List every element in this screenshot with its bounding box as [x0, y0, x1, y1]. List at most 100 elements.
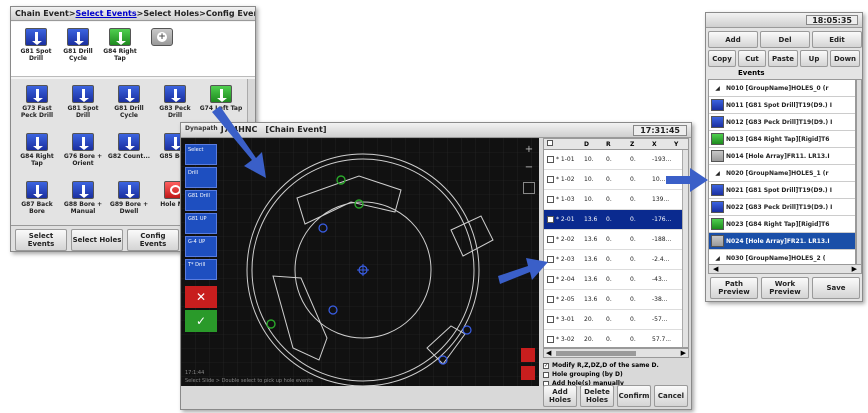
table-row[interactable]: * 2-04 13.6 0. 0. -43... — [544, 270, 686, 290]
event-edit-button[interactable]: Del — [760, 31, 810, 48]
row-checkbox[interactable] — [547, 336, 554, 343]
event-type-tile[interactable]: G81 Spot Drill — [61, 85, 105, 127]
row-checkbox[interactable] — [547, 216, 554, 223]
collapse-icon[interactable]: ◢ — [711, 255, 724, 262]
event-type-tile[interactable]: G76 Bore + Orient — [61, 133, 105, 175]
preview-button[interactable]: Path Preview — [710, 277, 758, 299]
event-type-tile[interactable]: G73 Fast Peck Drill — [15, 85, 59, 127]
table-action-button[interactable]: Delete Holes — [580, 385, 614, 407]
cancel-tool-icon[interactable]: ✕ — [185, 286, 217, 308]
tool-button[interactable]: Select — [185, 144, 217, 165]
event-edit-button[interactable]: Paste — [768, 50, 798, 67]
row-checkbox[interactable] — [547, 176, 554, 183]
event-edit-button[interactable]: Edit — [812, 31, 862, 48]
table-row[interactable]: * 2-01 13.6 0. 0. -176... — [544, 210, 686, 230]
event-edit-button[interactable]: Cut — [738, 50, 766, 67]
event-item[interactable]: N013 [G84 Right Tap][Rigid]T6 — [709, 131, 855, 148]
table-row[interactable]: * 2-05 13.6 0. 0. -38... — [544, 290, 686, 310]
zoom-in-icon[interactable]: + — [523, 144, 535, 156]
event-type-tile[interactable]: G81 Drill Cycle — [107, 85, 151, 127]
event-type-tile[interactable]: G88 Bore + Manual — [61, 181, 105, 223]
column-header[interactable]: R — [606, 141, 611, 148]
wizard-step-button[interactable]: Config Events — [127, 229, 179, 251]
breadcrumb-rest[interactable]: >Select Holes>Config Events>Modify — [137, 9, 255, 18]
table-action-button[interactable]: Add Holes — [543, 385, 577, 407]
event-edit-button[interactable]: Copy — [708, 50, 736, 67]
event-type-tile[interactable]: G83 Peck Drill — [153, 85, 197, 127]
row-checkbox[interactable] — [547, 196, 554, 203]
tool-button[interactable]: G81 UP — [185, 213, 217, 234]
wizard-step-button[interactable]: Select Events — [15, 229, 67, 251]
table-row[interactable]: * 1-02 10. 0. 0. 10... — [544, 170, 686, 190]
tool-button[interactable]: T* Drill — [185, 259, 217, 280]
event-item[interactable]: ◢ N010 [GroupName]HOLES_0 (r — [709, 80, 855, 97]
table-row[interactable]: * 3-02 20. 0. 0. 57.7... — [544, 330, 686, 347]
event-edit-button[interactable]: Up — [800, 50, 828, 67]
table-row[interactable]: * 1-03 10. 0. 0. 139... — [544, 190, 686, 210]
row-checkbox[interactable] — [547, 276, 554, 283]
option-row[interactable]: ✓ Modify R,Z,DZ,D of the same D. — [543, 361, 689, 370]
event-item[interactable]: N023 [G84 Right Tap][Rigid]T6 — [709, 216, 855, 233]
breadcrumb-select-events[interactable]: Select Events — [76, 9, 137, 18]
scroll-right-icon[interactable]: ▶ — [852, 265, 857, 273]
table-row[interactable]: * 1-01 10. 0. 0. -193... — [544, 150, 686, 170]
undo-tool-icon[interactable] — [521, 348, 535, 362]
event-item[interactable]: N012 [G83 Peck Drill]T19(D9.) I — [709, 114, 855, 131]
collapse-icon[interactable]: ◢ — [711, 85, 724, 92]
tool-button[interactable]: G-4 UP — [185, 236, 217, 257]
row-checkbox[interactable] — [547, 256, 554, 263]
top-event-tile[interactable]: G81 Spot Drill — [17, 28, 55, 70]
tool-button[interactable]: Drill — [185, 167, 217, 188]
pen-tool-icon[interactable] — [521, 366, 535, 380]
collapse-icon[interactable]: ◢ — [711, 170, 724, 177]
scroll-left-icon[interactable]: ◀ — [546, 349, 551, 357]
event-type-tile[interactable]: G82 Count... — [107, 133, 151, 175]
event-edit-button[interactable]: Add — [708, 31, 758, 48]
event-item[interactable]: ◢ N020 [GroupName]HOLES_1 (r — [709, 165, 855, 182]
event-type-tile[interactable]: G87 Back Bore — [15, 181, 59, 223]
graphics-viewport[interactable]: Select Drill G81 Drill G81 UP G-4 UP T* Drill… — [181, 138, 539, 386]
breadcrumb-chain-event[interactable]: Chain Event> — [15, 9, 76, 18]
table-action-button[interactable]: Cancel — [654, 385, 688, 407]
row-checkbox[interactable] — [547, 296, 554, 303]
top-event-tile[interactable]: G84 Right Tap — [101, 28, 139, 70]
row-checkbox[interactable] — [547, 156, 554, 163]
option-row[interactable]: Hole grouping (by D) — [543, 370, 689, 379]
event-item[interactable]: N011 [G81 Spot Drill]T19(D9.) I — [709, 97, 855, 114]
column-header[interactable]: X — [652, 141, 657, 148]
table-row[interactable]: * 2-02 13.6 0. 0. -188... — [544, 230, 686, 250]
wizard-step-button[interactable]: Select Holes — [71, 229, 123, 251]
table-vscrollbar[interactable] — [682, 150, 688, 347]
tool-button[interactable]: G81 Drill — [185, 190, 217, 211]
row-checkbox[interactable] — [547, 316, 554, 323]
events-vscrollbar[interactable] — [856, 79, 862, 269]
option-checkbox[interactable] — [543, 371, 549, 378]
column-header[interactable]: Z — [630, 141, 634, 148]
event-type-tile[interactable]: G74 Left Tap — [199, 85, 243, 127]
scroll-right-icon[interactable]: ▶ — [681, 349, 686, 357]
events-hscrollbar[interactable]: ◀ ▶ — [708, 264, 862, 274]
preview-button[interactable]: Work Preview — [761, 277, 809, 299]
table-hscrollbar[interactable]: ◀ ▶ — [543, 348, 689, 358]
zoom-out-icon[interactable]: − — [523, 162, 535, 174]
event-edit-button[interactable]: Down — [830, 50, 860, 67]
option-checkbox[interactable]: ✓ — [543, 362, 549, 369]
column-header[interactable]: Y — [674, 141, 678, 148]
event-item[interactable]: N024 [Hole Array]FR21. LR13.I — [709, 233, 855, 250]
row-checkbox[interactable] — [547, 236, 554, 243]
scroll-left-icon[interactable]: ◀ — [713, 265, 718, 273]
preview-button[interactable]: Save — [812, 277, 860, 299]
fit-view-icon[interactable] — [523, 182, 535, 194]
event-type-tile[interactable]: G84 Right Tap — [15, 133, 59, 175]
table-row[interactable]: * 3-01 20. 0. 0. -57... — [544, 310, 686, 330]
column-header[interactable]: D — [584, 141, 589, 148]
event-item[interactable]: N014 [Hole Array]FR11. LR13.I — [709, 148, 855, 165]
table-row[interactable]: * 2-03 13.6 0. 0. -2.4... — [544, 250, 686, 270]
event-item[interactable]: N021 [G81 Spot Drill]T19(D9.) I — [709, 182, 855, 199]
top-event-tile[interactable]: G81 Drill Cycle — [59, 28, 97, 70]
table-action-button[interactable]: Confirm — [617, 385, 651, 407]
top-event-tile[interactable]: + — [143, 28, 181, 70]
event-item[interactable]: N022 [G83 Peck Drill]T19(D9.) I — [709, 199, 855, 216]
event-type-tile[interactable]: G89 Bore + Dwell — [107, 181, 151, 223]
select-all-checkbox[interactable] — [547, 140, 553, 146]
